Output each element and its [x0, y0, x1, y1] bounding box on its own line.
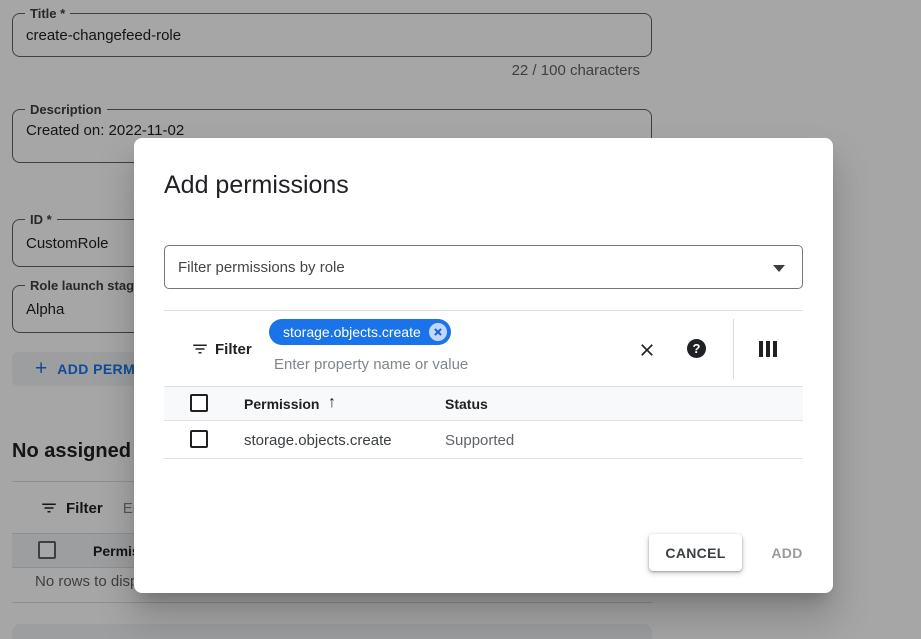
sort-ascending-icon[interactable]: ↑: [328, 394, 336, 412]
select-all-checkbox[interactable]: [190, 394, 208, 412]
add-permissions-dialog: Add permissions Filter permissions by ro…: [134, 138, 833, 593]
role-dropdown-placeholder: Filter permissions by role: [165, 259, 345, 276]
add-button[interactable]: ADD: [755, 534, 819, 571]
filter-input[interactable]: [274, 356, 554, 373]
permission-column-header: Permission: [244, 396, 319, 412]
columns-icon: [759, 341, 777, 357]
row-checkbox[interactable]: [190, 430, 208, 448]
toolbar-divider: [733, 319, 734, 379]
filter-permissions-by-role-dropdown[interactable]: Filter permissions by role: [164, 245, 803, 289]
divider: [164, 310, 803, 311]
filter-chip[interactable]: storage.objects.create: [269, 319, 451, 345]
help-icon: ?: [687, 339, 706, 358]
clear-filters-button[interactable]: [637, 340, 657, 360]
create-role-screen: Title * create-changefeed-role 22 / 100 …: [0, 0, 921, 639]
column-display-options-button[interactable]: [759, 341, 777, 357]
filter-icon: [191, 340, 209, 358]
permission-cell: storage.objects.create: [244, 432, 392, 449]
table-row[interactable]: storage.objects.create Supported: [164, 422, 803, 459]
status-cell: Supported: [445, 432, 514, 449]
cancel-button[interactable]: CANCEL: [649, 534, 742, 571]
help-button[interactable]: ?: [687, 339, 706, 358]
dialog-title: Add permissions: [164, 171, 349, 200]
filter-chip-label: storage.objects.create: [283, 324, 421, 340]
chip-remove-icon[interactable]: [429, 323, 447, 341]
status-column-header: Status: [445, 396, 488, 412]
filter-label: Filter: [215, 341, 252, 358]
permissions-table-header: Permission ↑ Status: [164, 386, 803, 421]
chevron-down-icon: [773, 265, 785, 272]
